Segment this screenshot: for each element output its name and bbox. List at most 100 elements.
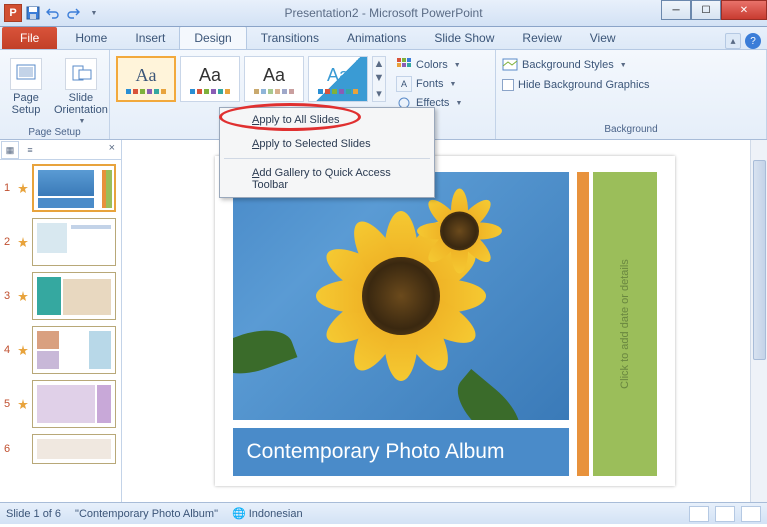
tab-animations[interactable]: Animations — [333, 27, 420, 49]
thumbnail-4[interactable]: 4 — [4, 326, 117, 374]
sorter-view-button[interactable] — [715, 506, 735, 522]
animation-star-icon — [18, 237, 28, 247]
slide-sidebar-placeholder[interactable]: Click to add date or details — [593, 172, 657, 476]
thumb-number: 6 — [4, 443, 14, 455]
slide-accent-bar — [577, 172, 589, 476]
maximize-button[interactable]: ☐ — [691, 0, 721, 20]
titlebar: P ▼ Presentation2 - Microsoft PowerPoint… — [0, 0, 767, 27]
thumbnail-5[interactable]: 5 — [4, 380, 117, 428]
fonts-label: Fonts — [416, 78, 444, 90]
group-background: Background Styles ▼ Hide Background Graph… — [496, 50, 767, 139]
menu-add-gallery[interactable]: Add Gallery to Quick Access Toolbar — [220, 161, 434, 197]
thumb-number: 5 — [4, 398, 14, 410]
tab-view[interactable]: View — [576, 27, 630, 49]
hide-bg-graphics-checkbox[interactable]: Hide Background Graphics — [502, 78, 649, 92]
scrollbar-thumb[interactable] — [753, 160, 766, 360]
page-setup-icon — [10, 58, 42, 90]
chevron-down-icon: ▼ — [450, 81, 457, 88]
thumbnail-2[interactable]: 2 — [4, 218, 117, 266]
animation-star-icon — [18, 183, 28, 193]
colors-dropdown[interactable]: Colors ▼ — [396, 56, 462, 74]
chevron-down-icon: ▼ — [455, 100, 462, 107]
menu-apply-all[interactable]: Apply to All Slides — [220, 108, 434, 132]
thumbnail-panel: ▦ ≡ × 1 2 3 4 — [0, 140, 122, 502]
chevron-down-icon: ▼ — [620, 62, 627, 69]
orientation-icon — [65, 58, 97, 90]
slide[interactable]: Click to add date or details Contemporar… — [215, 156, 675, 486]
tab-slideshow[interactable]: Slide Show — [420, 27, 508, 49]
close-button[interactable]: ✕ — [721, 0, 767, 20]
theme-thumbnail-1[interactable]: Aa — [116, 56, 176, 102]
window-title: Presentation2 - Microsoft PowerPoint — [284, 6, 482, 20]
tab-file[interactable]: File — [2, 27, 57, 49]
tab-transitions[interactable]: Transitions — [247, 27, 333, 49]
fonts-icon: A — [396, 76, 412, 92]
thumbnail-list: 1 2 3 4 5 — [0, 160, 121, 474]
tab-home[interactable]: Home — [61, 27, 121, 49]
undo-icon[interactable] — [44, 4, 62, 22]
group-page-setup: Page Setup Slide Orientation ▼ Page Setu… — [0, 50, 110, 139]
colors-icon — [396, 57, 412, 73]
thumb-number: 2 — [4, 236, 14, 248]
help-icon[interactable]: ? — [745, 33, 761, 49]
background-group-label: Background — [502, 124, 760, 137]
orientation-label: Slide Orientation — [54, 92, 108, 116]
thumbnail-6[interactable]: 6 — [4, 434, 117, 464]
statusbar: Slide 1 of 6 "Contemporary Photo Album" … — [0, 502, 767, 524]
checkbox-icon — [502, 79, 514, 91]
page-setup-label: Page Setup — [12, 92, 41, 116]
reading-view-button[interactable] — [741, 506, 761, 522]
window-controls: ─ ☐ ✕ — [661, 0, 767, 20]
tab-design[interactable]: Design — [179, 26, 246, 49]
theme-thumbnail-3[interactable]: Aa — [244, 56, 304, 102]
themes-more-button[interactable]: ▲▼▾ — [372, 56, 386, 102]
thumb-number: 4 — [4, 344, 14, 356]
theme-thumbnail-2[interactable]: Aa — [180, 56, 240, 102]
theme-thumbnail-4[interactable]: Aa — [308, 56, 368, 102]
save-icon[interactable] — [24, 4, 42, 22]
quick-access-toolbar: P ▼ — [0, 4, 102, 22]
animation-star-icon — [18, 345, 28, 355]
redo-icon[interactable] — [64, 4, 82, 22]
colors-label: Colors — [416, 59, 448, 71]
ribbon-tabs: File Home Insert Design Transitions Anim… — [0, 27, 767, 50]
powerpoint-icon[interactable]: P — [4, 4, 22, 22]
minimize-ribbon-icon[interactable]: ▴ — [725, 33, 741, 49]
fonts-dropdown[interactable]: A Fonts ▼ — [396, 75, 462, 93]
normal-view-button[interactable] — [689, 506, 709, 522]
chevron-down-icon: ▼ — [454, 62, 461, 69]
vertical-scrollbar[interactable] — [750, 140, 767, 502]
thumb-number: 1 — [4, 182, 14, 194]
thumb-number: 3 — [4, 290, 14, 302]
slide-photo-placeholder[interactable] — [233, 172, 569, 420]
language-label: Indonesian — [249, 508, 303, 520]
animation-star-icon — [18, 291, 28, 301]
page-setup-button[interactable]: Page Setup — [6, 56, 46, 118]
menu-separator — [224, 158, 430, 159]
animation-star-icon — [18, 399, 28, 409]
sunflower-graphic-small — [440, 212, 518, 251]
tab-insert[interactable]: Insert — [121, 27, 179, 49]
slides-tab-icon[interactable]: ▦ — [1, 141, 19, 159]
chevron-down-icon: ▼ — [78, 118, 85, 125]
qat-dropdown-icon[interactable]: ▼ — [84, 4, 102, 22]
language-status[interactable]: 🌐 Indonesian — [232, 507, 303, 520]
tab-review[interactable]: Review — [508, 27, 575, 49]
slide-title-placeholder[interactable]: Contemporary Photo Album — [233, 428, 569, 476]
outline-tab-icon[interactable]: ≡ — [21, 141, 39, 159]
page-setup-group-label: Page Setup — [6, 127, 103, 140]
hide-bg-label: Hide Background Graphics — [518, 79, 649, 91]
slide-orientation-button[interactable]: Slide Orientation ▼ — [50, 56, 112, 127]
thumbnail-tabs: ▦ ≡ × — [0, 140, 121, 160]
background-styles-dropdown[interactable]: Background Styles ▼ — [502, 56, 627, 74]
minimize-button[interactable]: ─ — [661, 0, 691, 20]
thumbnail-1[interactable]: 1 — [4, 164, 117, 212]
panel-close-icon[interactable]: × — [103, 140, 121, 159]
background-styles-label: Background Styles — [522, 59, 614, 71]
slide-counter[interactable]: Slide 1 of 6 — [6, 508, 61, 520]
slide-title-text: Contemporary Photo Album — [247, 440, 505, 464]
thumbnail-3[interactable]: 3 — [4, 272, 117, 320]
context-menu: Apply to All Slides Apply to Selected Sl… — [219, 107, 435, 198]
slide-sidebar-text: Click to add date or details — [619, 259, 631, 389]
menu-apply-selected[interactable]: Apply to Selected Slides — [220, 132, 434, 156]
